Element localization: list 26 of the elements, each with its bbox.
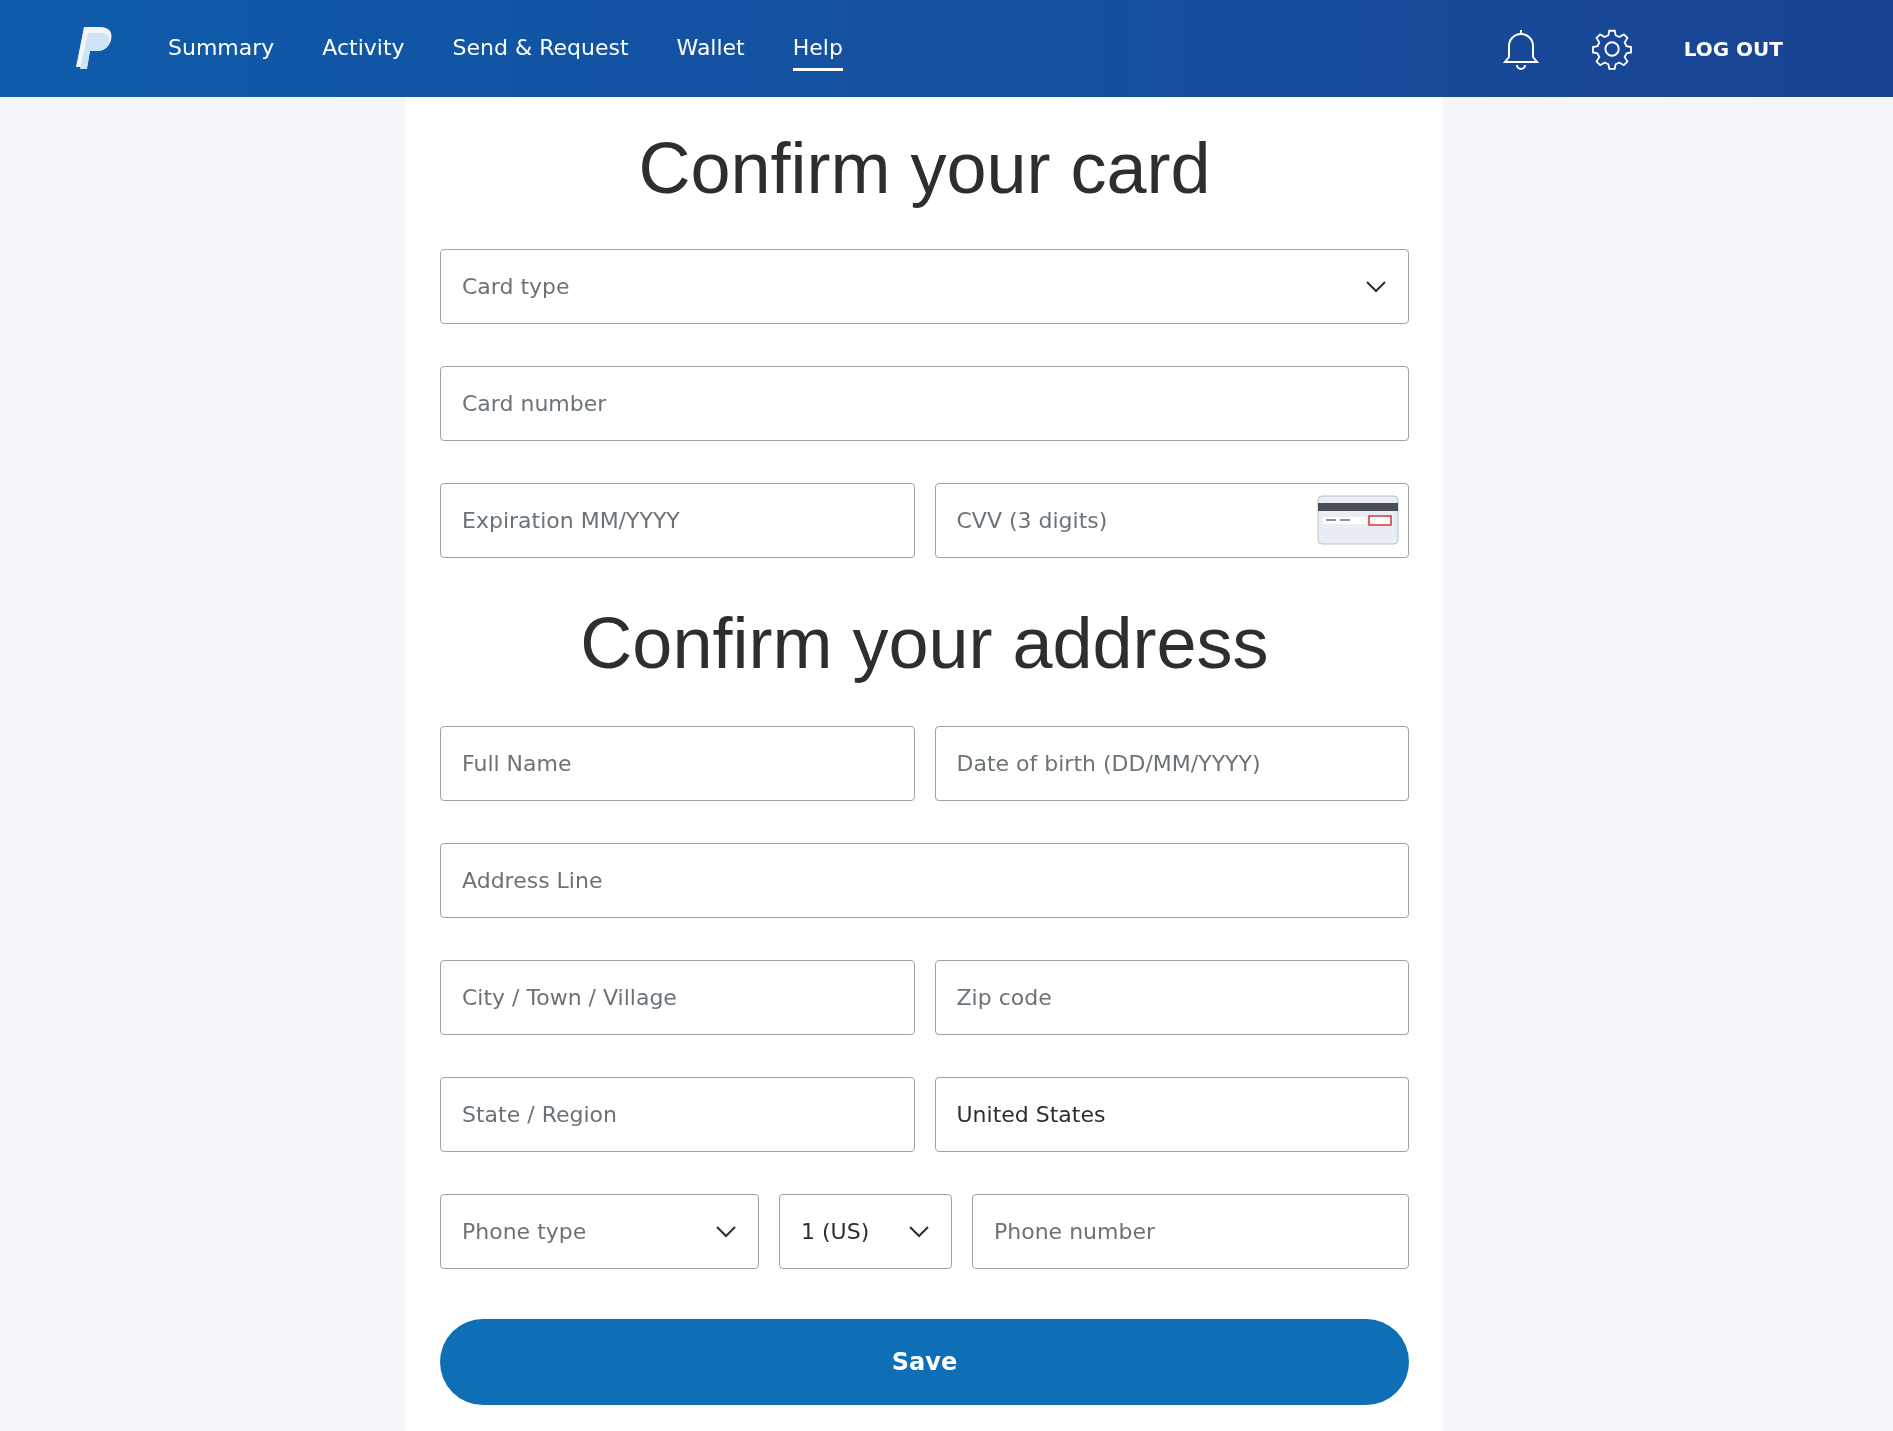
input-field[interactable]: Address Line [440, 843, 1409, 918]
section-heading: Confirm your card [637, 127, 1212, 210]
chevron-down-icon [715, 1224, 737, 1239]
nav-tab[interactable]: Summary [168, 26, 275, 71]
chevron-down-icon [908, 1224, 930, 1239]
input-field[interactable]: Date of birth (DD/MM/YYYY) [934, 726, 1409, 801]
input-field[interactable]: Expiration MM/YYYY [440, 483, 915, 558]
dropdown[interactable]: 1 (US) [779, 1194, 952, 1269]
chevron-down-icon [1365, 279, 1387, 294]
nav-tab[interactable]: Help [792, 26, 843, 71]
logout-link[interactable]: LOG OUT [1683, 36, 1783, 61]
input-field[interactable]: United States [934, 1077, 1409, 1152]
nav-tab[interactable]: Activity [322, 26, 405, 71]
section-heading: Confirm your address [579, 602, 1270, 685]
input-field[interactable]: Phone number [972, 1194, 1409, 1269]
input-field[interactable]: Full Name [440, 726, 915, 801]
input-field[interactable]: City / Town / Village [440, 960, 915, 1035]
nav-tab[interactable]: Wallet [676, 26, 745, 71]
dropdown[interactable]: Phone type [440, 1194, 759, 1269]
input-field[interactable]: State / Region [440, 1077, 915, 1152]
dropdown[interactable]: Card type [440, 249, 1409, 324]
card-back-icon [1317, 495, 1399, 545]
input-field[interactable]: Zip code [934, 960, 1409, 1035]
nav-tab[interactable]: Send & Request [452, 26, 629, 71]
input-field[interactable]: Card number [440, 366, 1409, 441]
save-button[interactable]: Save [440, 1319, 1409, 1405]
